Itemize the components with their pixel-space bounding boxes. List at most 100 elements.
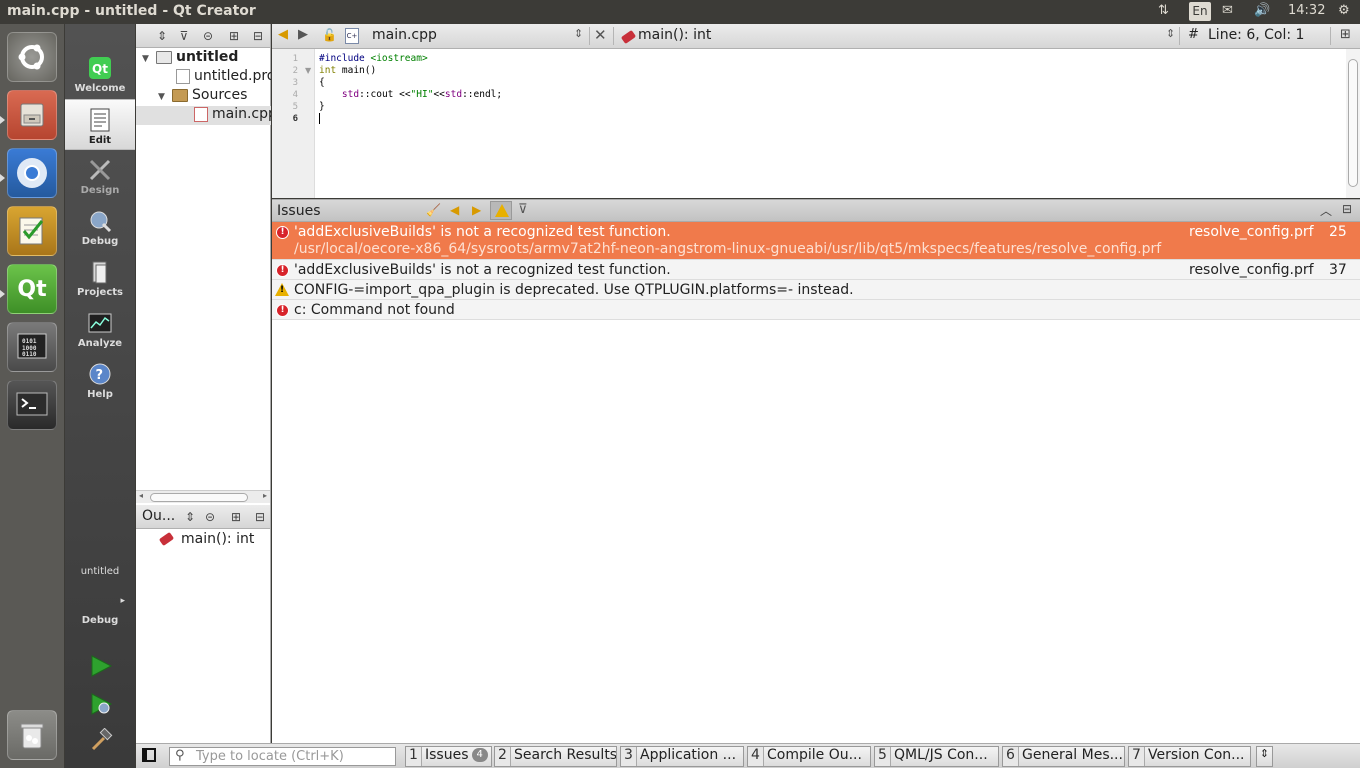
window-title: main.cpp - untitled - Qt Creator — [7, 3, 256, 19]
cursor-position[interactable]: Line: 6, Col: 1 — [1208, 27, 1304, 43]
tree-horizontal-scrollbar[interactable]: ◂ ▸ — [136, 490, 270, 503]
mode-design[interactable]: Design — [65, 150, 135, 201]
output-tab-qml-js-console[interactable]: 5 QML/JS Con... — [874, 746, 999, 767]
toggle-sidebar-icon[interactable] — [142, 748, 156, 762]
scroll-left-icon[interactable]: ◂ — [139, 491, 143, 500]
next-item-icon[interactable]: ▶ — [472, 203, 481, 217]
lock-icon[interactable]: 🔓 — [322, 28, 337, 42]
launcher-files[interactable] — [7, 90, 57, 140]
split-pane-icon[interactable]: ⊞ — [226, 28, 242, 44]
issue-row[interactable]: ! 'addExclusiveBuilds' is not a recogniz… — [272, 222, 1360, 260]
kit-selector[interactable]: untitled ▸ Debug — [65, 558, 135, 638]
issue-row[interactable]: ! CONFIG-=import_qpa_plugin is deprecate… — [272, 280, 1360, 300]
open-documents-combo[interactable]: main.cpp — [372, 27, 437, 43]
tab-label: General Mes... — [1022, 747, 1123, 763]
maximize-pane-icon[interactable]: ︿ — [1320, 202, 1332, 219]
mode-welcome[interactable]: Qt Welcome — [65, 48, 135, 99]
keyboard-layout-indicator[interactable]: En — [1189, 2, 1211, 21]
launcher-dash-home[interactable] — [7, 32, 57, 82]
close-document-icon[interactable]: ✕ — [594, 26, 607, 44]
locator-placeholder: Type to locate (Ctrl+K) — [196, 749, 344, 764]
show-warnings-toggle[interactable] — [490, 201, 512, 220]
toolbar-separator — [1330, 27, 1331, 45]
scrollbar-thumb[interactable] — [1348, 59, 1358, 187]
search-icon: ⚲ — [175, 748, 185, 763]
outline-item-main[interactable]: main(): int — [136, 531, 271, 550]
projects-icon — [87, 259, 113, 285]
output-tab-general-messages[interactable]: 6 General Mes... — [1002, 746, 1125, 767]
navigate-back-icon[interactable]: ◀ — [278, 27, 288, 42]
link-editor-icon[interactable]: ⊝ — [202, 509, 218, 525]
previous-item-icon[interactable]: ◀ — [450, 203, 459, 217]
tab-label: Search Results — [514, 747, 617, 763]
line-number: 3 — [292, 78, 298, 88]
close-pane-icon[interactable]: ⊟ — [1342, 202, 1352, 216]
filter-icon[interactable]: ⊽ — [176, 28, 192, 44]
navigate-forward-icon[interactable]: ▶ — [298, 27, 308, 42]
fold-arrow-icon[interactable]: ▼ — [305, 66, 311, 75]
output-tab-compile-output[interactable]: 4 Compile Ou... — [747, 746, 871, 767]
expand-arrow-icon[interactable]: ▼ — [158, 92, 172, 102]
launcher-qt-creator[interactable]: Qt — [7, 264, 57, 314]
output-tab-issues[interactable]: 1 Issues 4 — [405, 746, 492, 767]
volume-icon[interactable]: 🔊 — [1254, 3, 1270, 18]
output-tab-application-output[interactable]: 3 Application ... — [620, 746, 744, 767]
code-token: ::endl; — [462, 89, 503, 100]
outline-view-selector[interactable]: Ou... — [142, 508, 175, 524]
close-pane-icon[interactable]: ⊟ — [250, 28, 266, 44]
encoding-hash[interactable]: # — [1188, 27, 1199, 42]
tree-item-main-cpp[interactable]: main.cpp — [136, 106, 271, 125]
tree-item-sources[interactable]: ▼ Sources — [136, 87, 271, 106]
launcher-system-monitor[interactable]: 0101 1000 0110 — [7, 322, 57, 372]
link-editor-icon[interactable]: ⊝ — [200, 28, 216, 44]
output-tab-version-control[interactable]: 7 Version Con... — [1128, 746, 1251, 767]
debug-run-button[interactable] — [89, 692, 113, 716]
output-tab-search-results[interactable]: 2 Search Results — [494, 746, 617, 767]
scroll-right-icon[interactable]: ▸ — [263, 491, 267, 500]
symbol-combo[interactable]: main(): int — [638, 27, 711, 43]
mode-design-label: Design — [80, 185, 120, 196]
clean-broom-icon[interactable]: 🧹 — [426, 203, 441, 217]
analyze-chart-icon — [87, 310, 113, 336]
mode-projects-label: Projects — [76, 287, 123, 298]
debug-bug-icon — [87, 208, 113, 234]
close-pane-icon[interactable]: ⊟ — [252, 509, 268, 525]
mail-icon[interactable]: ✉ — [1222, 3, 1233, 18]
code-token: main() — [336, 65, 377, 76]
tree-item-pro-file[interactable]: untitled.pro — [136, 68, 271, 87]
filter-icon[interactable]: ⊽ — [518, 202, 528, 217]
launcher-terminal[interactable] — [7, 380, 57, 430]
scrollbar-thumb[interactable] — [150, 493, 248, 502]
tree-sources-label: Sources — [192, 87, 248, 103]
code-editor[interactable]: 1 2 ▼ 3 4 5 6 #include <iostream> int ma… — [272, 49, 1360, 198]
launcher-chromium[interactable] — [7, 148, 57, 198]
mode-projects[interactable]: Projects — [65, 252, 135, 303]
mode-welcome-label: Welcome — [74, 83, 126, 94]
power-gear-icon[interactable]: ⚙ — [1338, 3, 1350, 18]
run-button[interactable] — [89, 654, 113, 678]
code-token: } — [319, 101, 325, 112]
view-selector-arrows-icon[interactable]: ⇕ — [154, 28, 170, 44]
launcher-text-editor[interactable] — [7, 206, 57, 256]
mode-debug[interactable]: Debug — [65, 201, 135, 252]
tree-item-project[interactable]: ▼ untitled — [136, 49, 271, 68]
mode-analyze[interactable]: Analyze — [65, 303, 135, 354]
locator-input[interactable]: ⚲ Type to locate (Ctrl+K) — [169, 747, 396, 766]
more-tabs-button[interactable]: ⇕ — [1256, 746, 1273, 767]
mode-edit[interactable]: Edit — [65, 99, 135, 150]
editor-vertical-scrollbar[interactable] — [1346, 49, 1360, 198]
issue-row[interactable]: ! c: Command not found — [272, 300, 1360, 320]
clock[interactable]: 14:32 — [1288, 3, 1325, 18]
hammer-icon — [91, 727, 113, 751]
chromium-icon — [8, 149, 56, 197]
expand-arrow-icon[interactable]: ▼ — [142, 54, 156, 64]
network-updown-icon[interactable]: ⇅ — [1158, 3, 1169, 18]
build-button[interactable] — [89, 727, 113, 752]
view-selector-arrows-icon[interactable]: ⇕ — [182, 509, 198, 525]
tab-number: 3 — [621, 747, 637, 766]
split-pane-icon[interactable]: ⊞ — [228, 509, 244, 525]
launcher-trash[interactable] — [7, 710, 57, 760]
split-editor-icon[interactable]: ⊞ — [1340, 27, 1351, 42]
mode-help[interactable]: ? Help — [65, 354, 135, 405]
issue-row[interactable]: ! 'addExclusiveBuilds' is not a recogniz… — [272, 260, 1360, 280]
